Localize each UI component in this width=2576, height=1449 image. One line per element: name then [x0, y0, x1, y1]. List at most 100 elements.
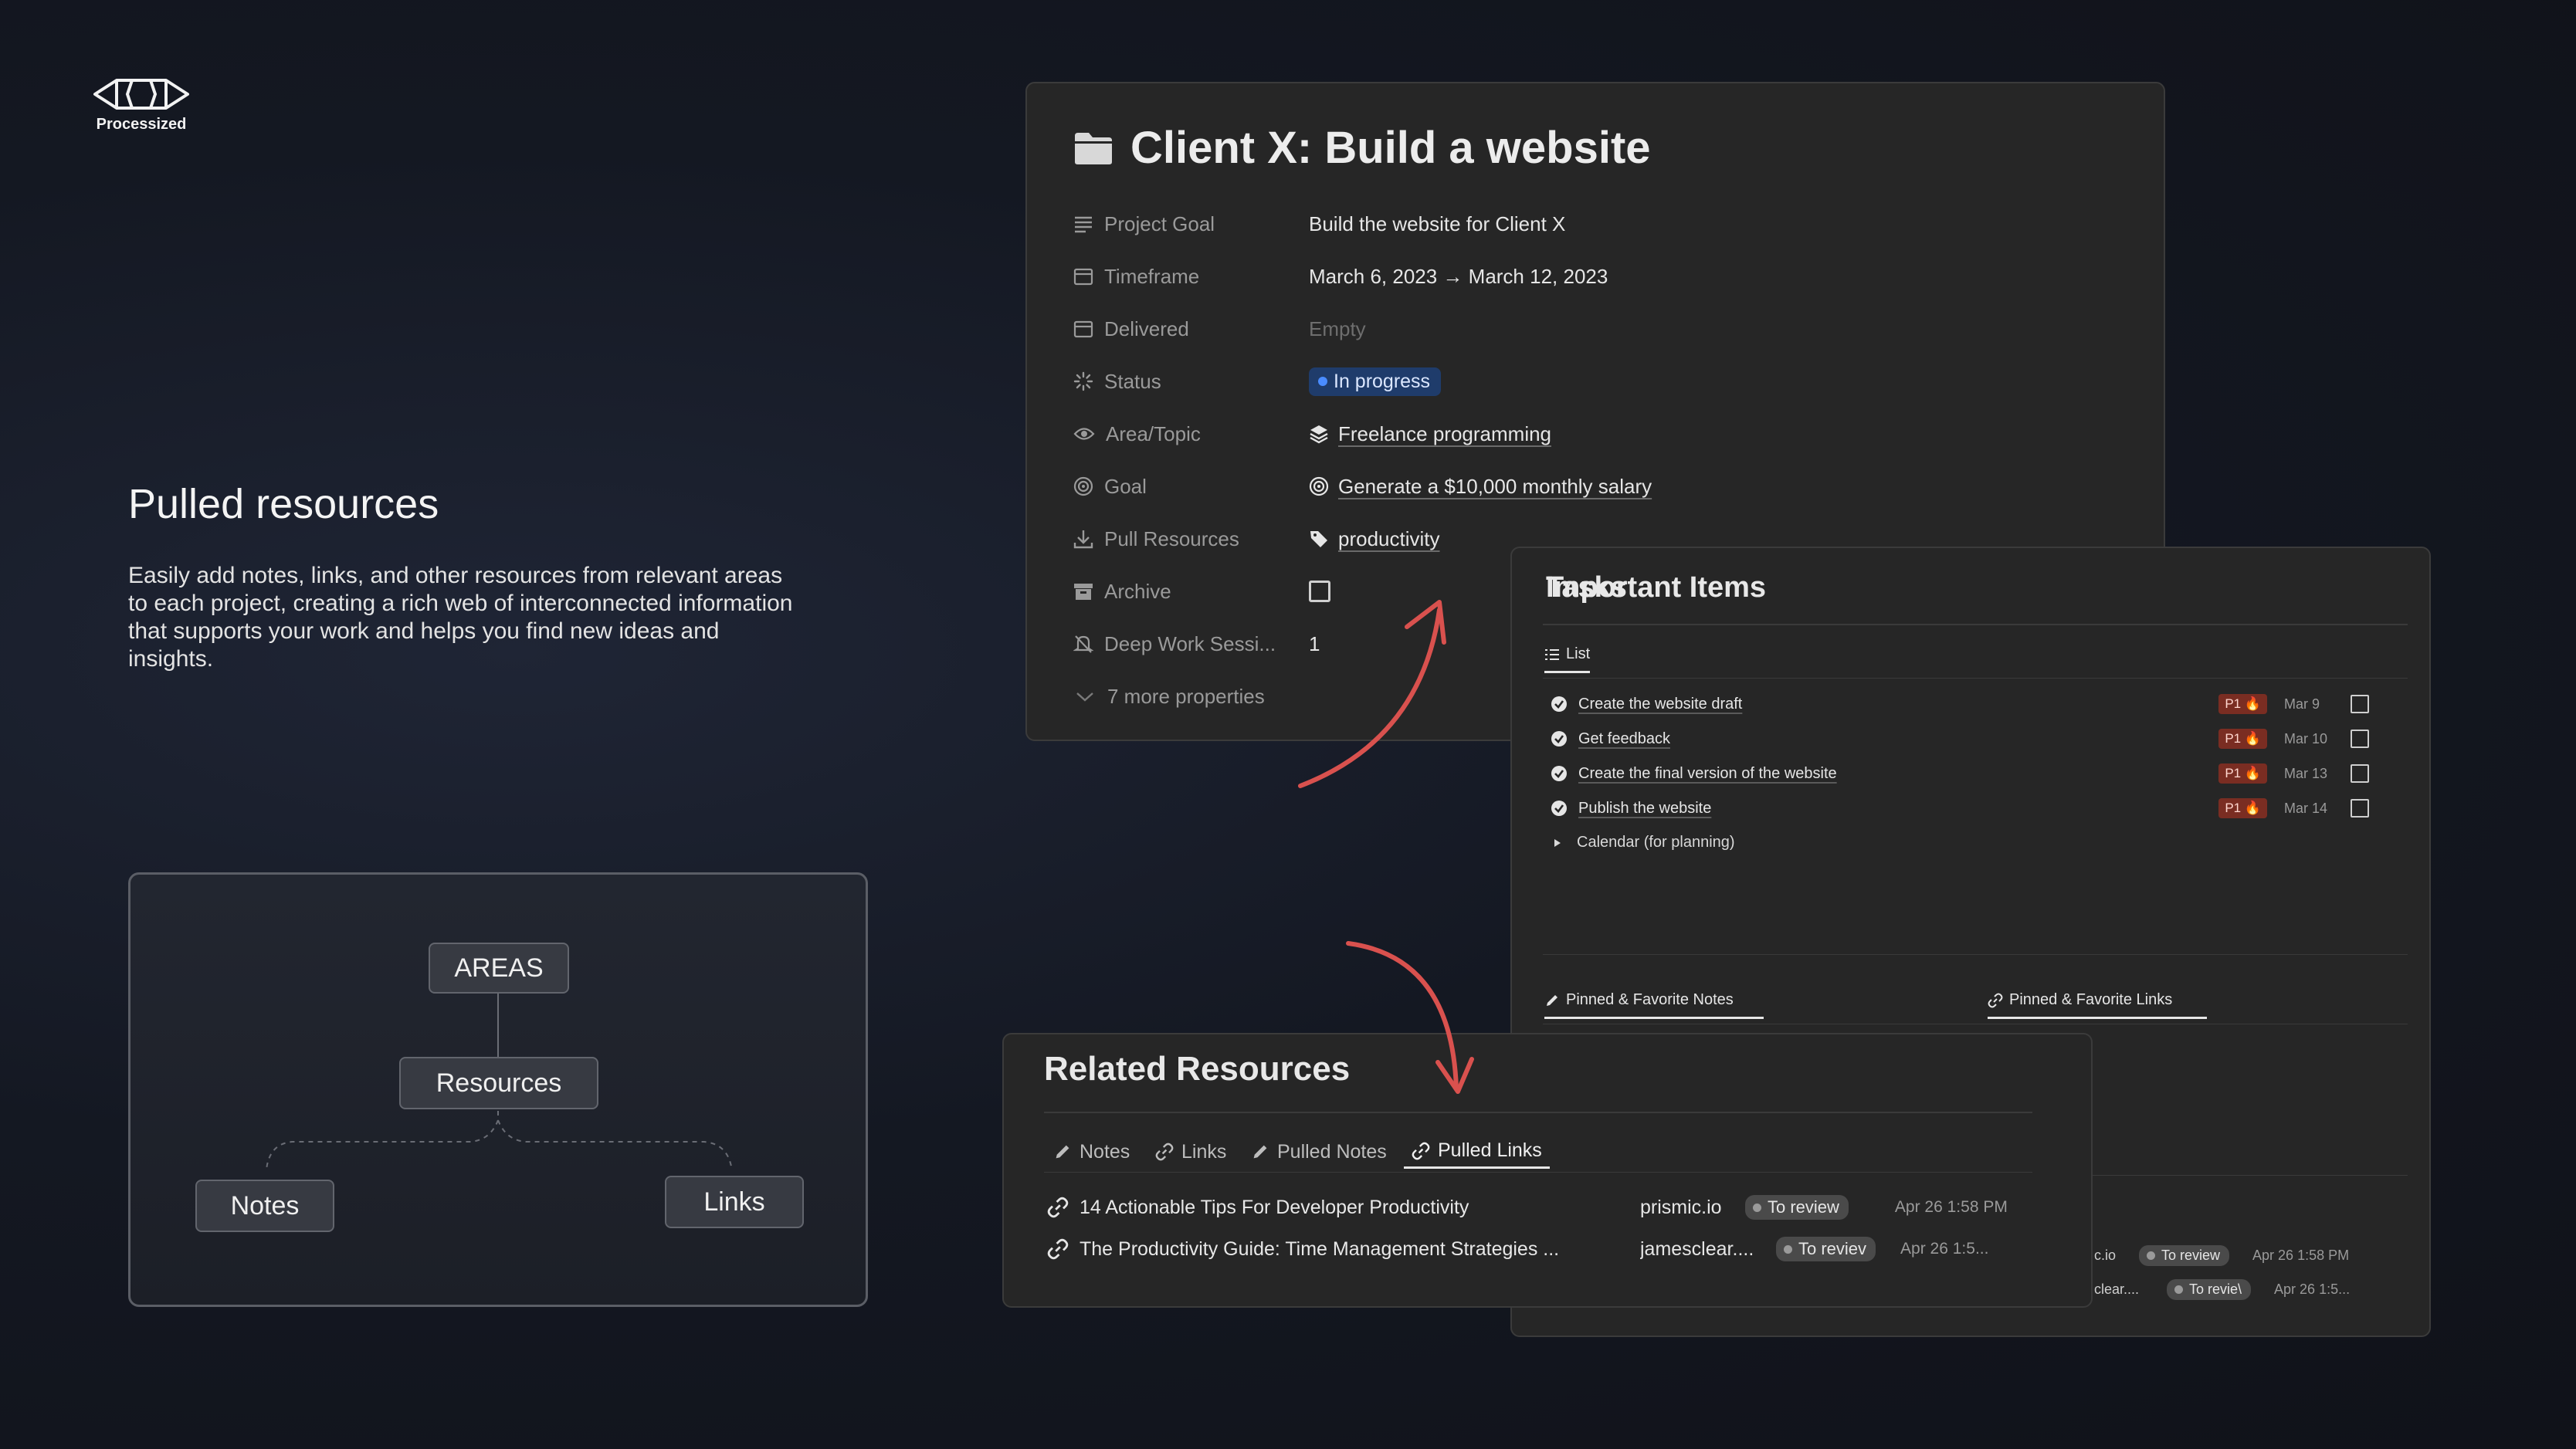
tab-pinned-links[interactable]: Pinned & Favorite Links	[1988, 991, 2207, 1019]
tab-label: Pinned & Favorite Notes	[1566, 991, 1734, 1008]
status-text: To review	[1768, 1197, 1839, 1217]
tab-notes[interactable]: Notes	[1053, 1135, 1130, 1169]
download-icon	[1073, 530, 1093, 549]
property-label: Area/Topic	[1106, 421, 1201, 445]
node-notes: Notes	[195, 1180, 334, 1232]
property-timeframe[interactable]: Timeframe March 6, 2023 → March 12, 2023	[1073, 253, 2077, 300]
status-badge[interactable]: In progress	[1309, 367, 1442, 396]
node-links: Links	[665, 1176, 804, 1228]
status-dot	[2147, 1251, 2155, 1260]
divider	[1543, 624, 2408, 625]
tab-label: Pulled Links	[1438, 1139, 1542, 1161]
link-domain: c.io	[2094, 1247, 2117, 1263]
task-checkbox[interactable]	[2351, 730, 2369, 748]
page-title: Pulled resources	[128, 481, 439, 527]
divider	[2083, 1175, 2408, 1176]
task-name[interactable]: Create the website draft	[1578, 696, 2218, 713]
node-areas: AREAS	[429, 943, 569, 994]
property-project-goal[interactable]: Project Goal Build the website for Clien…	[1073, 201, 2077, 247]
tab-pinned-notes[interactable]: Pinned & Favorite Notes	[1544, 991, 1764, 1019]
property-area-topic[interactable]: Area/Topic Freelance programming	[1073, 411, 2077, 457]
eye-icon	[1073, 428, 1095, 440]
task-date: Mar 10	[2284, 730, 2328, 747]
link-date: Apr 26 1:58 PM	[1894, 1198, 2008, 1216]
tag-relation-link[interactable]: productivity	[1338, 527, 1440, 551]
tab-pulled-links[interactable]: Pulled Links	[1404, 1135, 1550, 1169]
property-label: Deep Work Sessi...	[1104, 631, 1276, 655]
project-title: Client X: Build a website	[1130, 123, 1651, 173]
property-label: Goal	[1104, 474, 1147, 498]
divider	[1044, 1112, 2032, 1113]
tab-label: Links	[1181, 1140, 1227, 1163]
pulled-link-row[interactable]: The Productivity Guide: Time Management …	[1047, 1231, 2066, 1268]
task-row[interactable]: Create the final version of the website …	[1551, 757, 2369, 791]
tab-list-view[interactable]: List	[1544, 645, 1591, 673]
status-badge: To reviev	[1776, 1237, 1876, 1261]
tab-pulled-notes[interactable]: Pulled Notes	[1251, 1135, 1387, 1169]
list-icon	[1545, 648, 1559, 660]
processized-logo-icon	[93, 79, 189, 110]
tab-label: List	[1566, 645, 1591, 662]
tab-links[interactable]: Links	[1155, 1135, 1226, 1169]
node-resources: Resources	[399, 1057, 598, 1109]
task-checkbox[interactable]	[2351, 695, 2369, 713]
check-circle-icon	[1551, 731, 1567, 747]
property-value[interactable]: 1	[1309, 632, 1320, 656]
status-dot	[1318, 377, 1327, 386]
tag-icon	[1310, 531, 1327, 547]
target-icon	[1309, 476, 1329, 496]
task-row[interactable]: Get feedback P1 🔥 Mar 10	[1551, 722, 2369, 756]
task-name[interactable]: Create the final version of the website	[1578, 765, 2218, 783]
link-icon	[1412, 1142, 1430, 1160]
status-text: To reviev	[1798, 1239, 1867, 1258]
task-checkbox[interactable]	[2351, 799, 2369, 818]
priority-badge: P1 🔥	[2218, 798, 2267, 818]
link-icon	[1988, 993, 2003, 1007]
status-badge: To revie\	[2167, 1278, 2252, 1300]
property-label: Timeframe	[1104, 264, 1200, 288]
area-relation-link[interactable]: Freelance programming	[1338, 422, 1551, 446]
status-text: To revie\	[2189, 1281, 2242, 1297]
status-text: In progress	[1334, 370, 1431, 392]
tab-label: Pinned & Favorite Links	[2009, 991, 2173, 1008]
task-row[interactable]: Create the website draft P1 🔥 Mar 9	[1551, 687, 2369, 721]
property-value[interactable]: March 6, 2023 → March 12, 2023	[1309, 265, 1608, 289]
project-header: Client X: Build a website	[1073, 122, 1651, 174]
brand-logo: Processized	[91, 76, 192, 134]
pinned-link-row[interactable]: clear.... To revie\ Apr 26 1:5...	[2094, 1274, 2350, 1305]
task-name[interactable]: Publish the website	[1578, 800, 2218, 818]
property-value-empty[interactable]: Empty	[1309, 317, 1366, 341]
more-properties-label: 7 more properties	[1107, 684, 1265, 708]
check-circle-icon	[1551, 766, 1567, 781]
status-dot	[1753, 1203, 1761, 1212]
archive-checkbox[interactable]	[1309, 581, 1330, 602]
folder-icon	[1075, 132, 1112, 164]
link-domain: prismic.io	[1640, 1196, 1722, 1218]
chevron-down-icon	[1076, 692, 1093, 702]
calendar-icon	[1073, 320, 1093, 338]
property-delivered[interactable]: Delivered Empty	[1073, 306, 2077, 352]
link-date: Apr 26 1:5...	[2274, 1281, 2351, 1297]
link-title[interactable]: The Productivity Guide: Time Management …	[1080, 1238, 1559, 1261]
brand-name: Processized	[96, 116, 187, 133]
goal-relation-link[interactable]: Generate a $10,000 monthly salary	[1338, 475, 1652, 499]
pinned-link-row[interactable]: c.io To review Apr 26 1:58 PM	[2094, 1240, 2349, 1271]
pulled-link-row[interactable]: 14 Actionable Tips For Developer Product…	[1047, 1189, 2066, 1226]
task-checkbox[interactable]	[2351, 764, 2369, 783]
property-value[interactable]: Build the website for Client X	[1309, 212, 1565, 236]
property-status[interactable]: Status In progress	[1073, 358, 2077, 405]
priority-badge: P1 🔥	[2218, 694, 2267, 714]
status-badge: To review	[2139, 1244, 2230, 1266]
link-title[interactable]: 14 Actionable Tips For Developer Product…	[1080, 1197, 1469, 1219]
task-date: Mar 9	[2284, 696, 2320, 712]
task-row[interactable]: Publish the website P1 🔥 Mar 14	[1551, 791, 2369, 825]
bell-off-icon	[1073, 635, 1093, 653]
status-dot	[1784, 1244, 1792, 1254]
calendar-toggle[interactable]: Calendar (for planning)	[1552, 834, 1735, 851]
link-icon	[1047, 1238, 1069, 1260]
property-goal[interactable]: Goal Generate a $10,000 monthly salary	[1073, 463, 2077, 510]
pencil-icon	[1056, 1145, 1069, 1159]
task-name[interactable]: Get feedback	[1578, 730, 2218, 748]
target-icon	[1073, 476, 1093, 496]
calendar-icon	[1073, 268, 1093, 286]
